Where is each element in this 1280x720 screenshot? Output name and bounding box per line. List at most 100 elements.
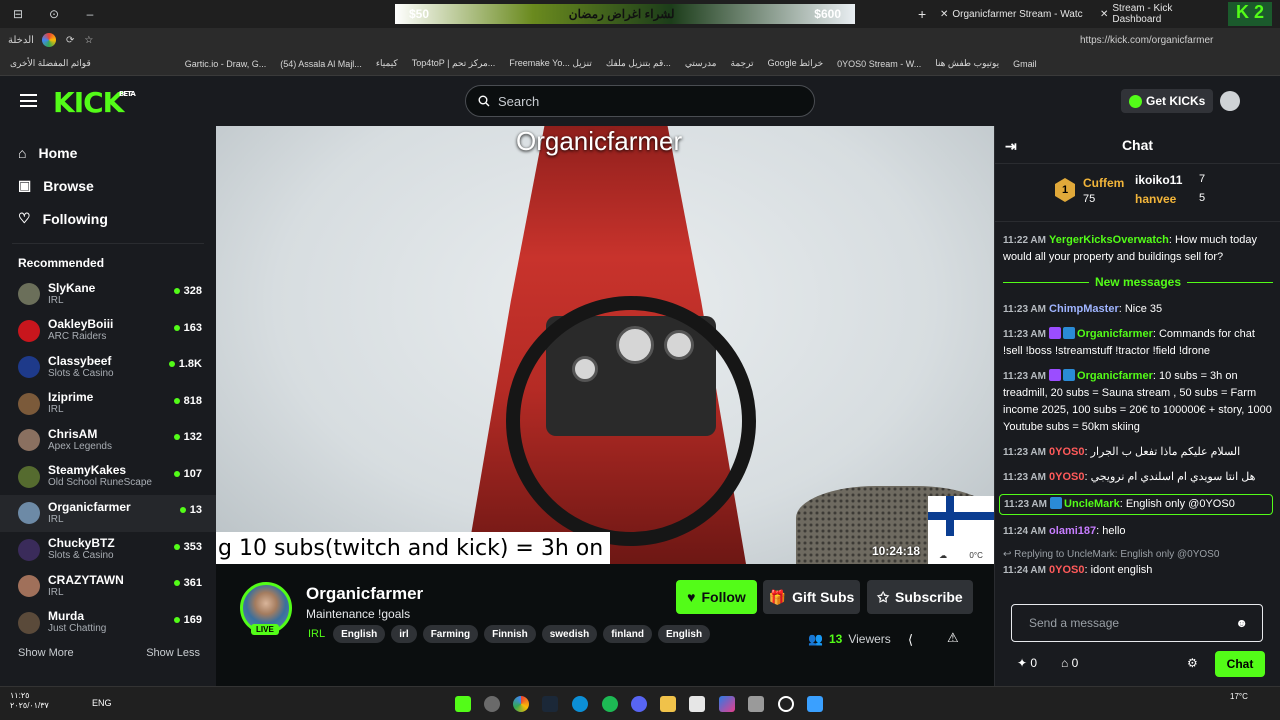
sidebar-channel[interactable]: CRAZYTAWN IRL 361 [0, 568, 216, 605]
fav-item[interactable]: كيمياء [376, 58, 398, 69]
message-user[interactable]: 0YOS0 [1049, 446, 1084, 458]
sidebar-channel[interactable]: ChrisAM Apex Legends 132 [0, 422, 216, 459]
chat-message[interactable]: 11:23 AM 0YOS0: هل انتا سويدي ام اسلندي … [1003, 469, 1273, 486]
message-user[interactable]: UncleMark [1064, 498, 1120, 510]
tab-organicfarmer[interactable]: ✕ Organicfarmer Stream - Watc [940, 4, 1090, 24]
chat-message[interactable]: 11:24 AM olami187: hello [1003, 523, 1273, 540]
chat-message[interactable]: 11:23 AM Organicfarmer: Commands for cha… [1003, 326, 1273, 360]
nav-browse[interactable]: ▣ Browse [0, 169, 216, 202]
subscribe-button[interactable]: ✩ Subscribe [867, 580, 973, 614]
chat-message[interactable]: ↩ Replying to UncleMark: English only @0… [1003, 548, 1273, 579]
message-user[interactable]: Organicfarmer [1077, 370, 1153, 382]
tab-actions-icon[interactable]: ⊙ [36, 7, 72, 21]
sidebar-channel[interactable]: Classybeef Slots & Casino 1.8K [0, 349, 216, 386]
fav-item[interactable]: Freemake Yo... تنزيل [509, 58, 592, 69]
url-field[interactable]: https://kick.com/organicfarmer [1080, 35, 1213, 46]
vertical-tabs-icon[interactable]: – [72, 7, 108, 21]
fav-item[interactable]: Google خرائط [768, 58, 824, 69]
message-user[interactable]: Organicfarmer [1077, 328, 1153, 340]
sidebar-channel[interactable]: SteamyKakes Old School RuneScape 107 [0, 459, 216, 496]
clock[interactable]: ١١:٢٥ ٢٠٢٥/٠١/٣٧ [10, 691, 49, 711]
refresh-icon[interactable]: ⟳ [66, 35, 74, 46]
discord-icon[interactable] [631, 696, 647, 712]
kick-taskbar-icon[interactable] [455, 696, 471, 712]
fav-item[interactable]: قم بتنزيل ملفك... [606, 58, 671, 69]
chat-message[interactable]: 11:22 AM YergerKicksOverwatch: How much … [1003, 232, 1273, 266]
streamer-name[interactable]: Organicfarmer [306, 584, 423, 604]
windows-start-icon[interactable] [807, 696, 823, 712]
search-input[interactable]: Search [465, 85, 815, 117]
app-icon[interactable] [484, 696, 500, 712]
message-user[interactable]: 0YOS0 [1049, 471, 1084, 483]
fav-item[interactable]: Gartic.io - Draw, G... [185, 59, 267, 69]
video-player[interactable]: Organicfarmer g 10 subs(twitch and kick)… [216, 126, 994, 564]
show-more-button[interactable]: Show More [18, 647, 74, 659]
sidebar-channel[interactable]: Organicfarmer IRL 13 [0, 495, 216, 532]
message-user[interactable]: olami187 [1049, 525, 1096, 537]
store-icon[interactable]: ⌂ 0 [1061, 656, 1078, 670]
get-kicks-button[interactable]: Get KICKs [1121, 89, 1214, 113]
sidebar-channel[interactable]: ChuckyBTZ Slots & Casino 353 [0, 532, 216, 569]
sidebar-channel[interactable]: Murda Just Chatting 169 [0, 605, 216, 642]
lang-indicator[interactable]: ENG [92, 698, 112, 708]
tag[interactable]: Farming [422, 625, 479, 643]
steam-icon[interactable] [542, 696, 558, 712]
tag[interactable]: English [657, 625, 711, 643]
tag[interactable]: swedish [541, 625, 598, 643]
close-icon[interactable]: ✕ [1100, 9, 1108, 20]
leader-2-name[interactable]: ikoiko11 [1135, 173, 1182, 187]
tab-dashboard[interactable]: ✕ Stream - Kick Dashboard [1100, 3, 1210, 25]
kick-app-icon[interactable]: K 2 [1228, 2, 1272, 26]
user-avatar[interactable] [1220, 91, 1240, 111]
fav-item[interactable]: ترجمة [731, 58, 754, 69]
fav-item[interactable]: 0YOS0 Stream - W... [837, 59, 921, 69]
chat-message[interactable]: 11:23 AM Organicfarmer: 10 subs = 3h on … [1003, 368, 1273, 436]
folder-icon[interactable] [660, 696, 676, 712]
emoji-icon[interactable]: ☻ [1235, 616, 1248, 630]
message-user[interactable]: YergerKicksOverwatch [1049, 234, 1169, 246]
google-icon[interactable] [41, 33, 56, 47]
follow-button[interactable]: ♥ Follow [676, 580, 757, 614]
sidebar-channel[interactable]: Iziprime IRL 818 [0, 386, 216, 423]
leader-3-name[interactable]: hanvee [1135, 192, 1176, 206]
leader-1-name[interactable]: Cuffem [1083, 176, 1124, 190]
message-user[interactable]: 0YOS0 [1049, 564, 1084, 576]
menu-icon[interactable] [20, 94, 37, 107]
close-icon[interactable]: ✕ [940, 9, 948, 20]
weather-temp[interactable]: 17°C [1230, 692, 1248, 701]
fav-item[interactable]: (54) Assala Al Majl... [280, 59, 362, 69]
new-messages-divider[interactable]: New messages [1003, 274, 1273, 291]
store-app-icon[interactable] [689, 696, 705, 712]
new-tab-icon[interactable]: + [918, 4, 926, 24]
report-icon[interactable]: ⚠ [947, 630, 959, 646]
send-chat-button[interactable]: Chat [1215, 651, 1265, 677]
chat-message[interactable]: 11:23 AM UncleMark: English only @0YOS0 [999, 494, 1273, 515]
chat-message[interactable]: 11:23 AM ChimpMaster: Nice 35 [1003, 301, 1273, 318]
kick-logo[interactable]: KICK BETA [53, 86, 136, 119]
search-icon[interactable] [778, 696, 794, 712]
fav-item[interactable]: Top4toP | مركز تحم... [412, 58, 496, 69]
chat-message[interactable]: 11:23 AM 0YOS0: السلام عليكم ماذا تفعل ب… [1003, 444, 1273, 461]
gift-subs-button[interactable]: 🎁 Gift Subs [763, 580, 860, 614]
spotify-icon[interactable] [602, 696, 618, 712]
nav-home[interactable]: ⌂ Home [0, 136, 216, 169]
nav-following[interactable]: ♡ Following [0, 202, 216, 235]
sidebar-channel[interactable]: OakleyBoiii ARC Raiders 163 [0, 313, 216, 350]
fav-item[interactable]: قوائم المفضلة الأخرى [10, 58, 91, 69]
promo-banner[interactable]: $50 لشراء اغراض رمضان $600 [395, 4, 855, 24]
tag[interactable]: irl [391, 625, 417, 643]
category-link[interactable]: IRL [306, 625, 327, 643]
chat-input[interactable]: Send a message ☻ [1011, 604, 1263, 642]
tag[interactable]: Finnish [484, 625, 536, 643]
show-less-button[interactable]: Show Less [146, 647, 200, 659]
window-icon[interactable]: ⊟ [0, 7, 36, 21]
collapse-chat-icon[interactable]: ⇥ [1005, 138, 1017, 155]
fav-item[interactable]: مدرستي [685, 58, 717, 69]
sidebar-channel[interactable]: SlyKane IRL 328 [0, 276, 216, 313]
files-icon[interactable] [748, 696, 764, 712]
message-user[interactable]: ChimpMaster [1049, 303, 1119, 315]
fav-item[interactable]: Gmail [1013, 59, 1037, 69]
settings-icon[interactable]: ⚙ [1187, 656, 1198, 670]
chrome-icon[interactable] [513, 696, 529, 712]
star-icon[interactable]: ☆ [84, 35, 93, 46]
